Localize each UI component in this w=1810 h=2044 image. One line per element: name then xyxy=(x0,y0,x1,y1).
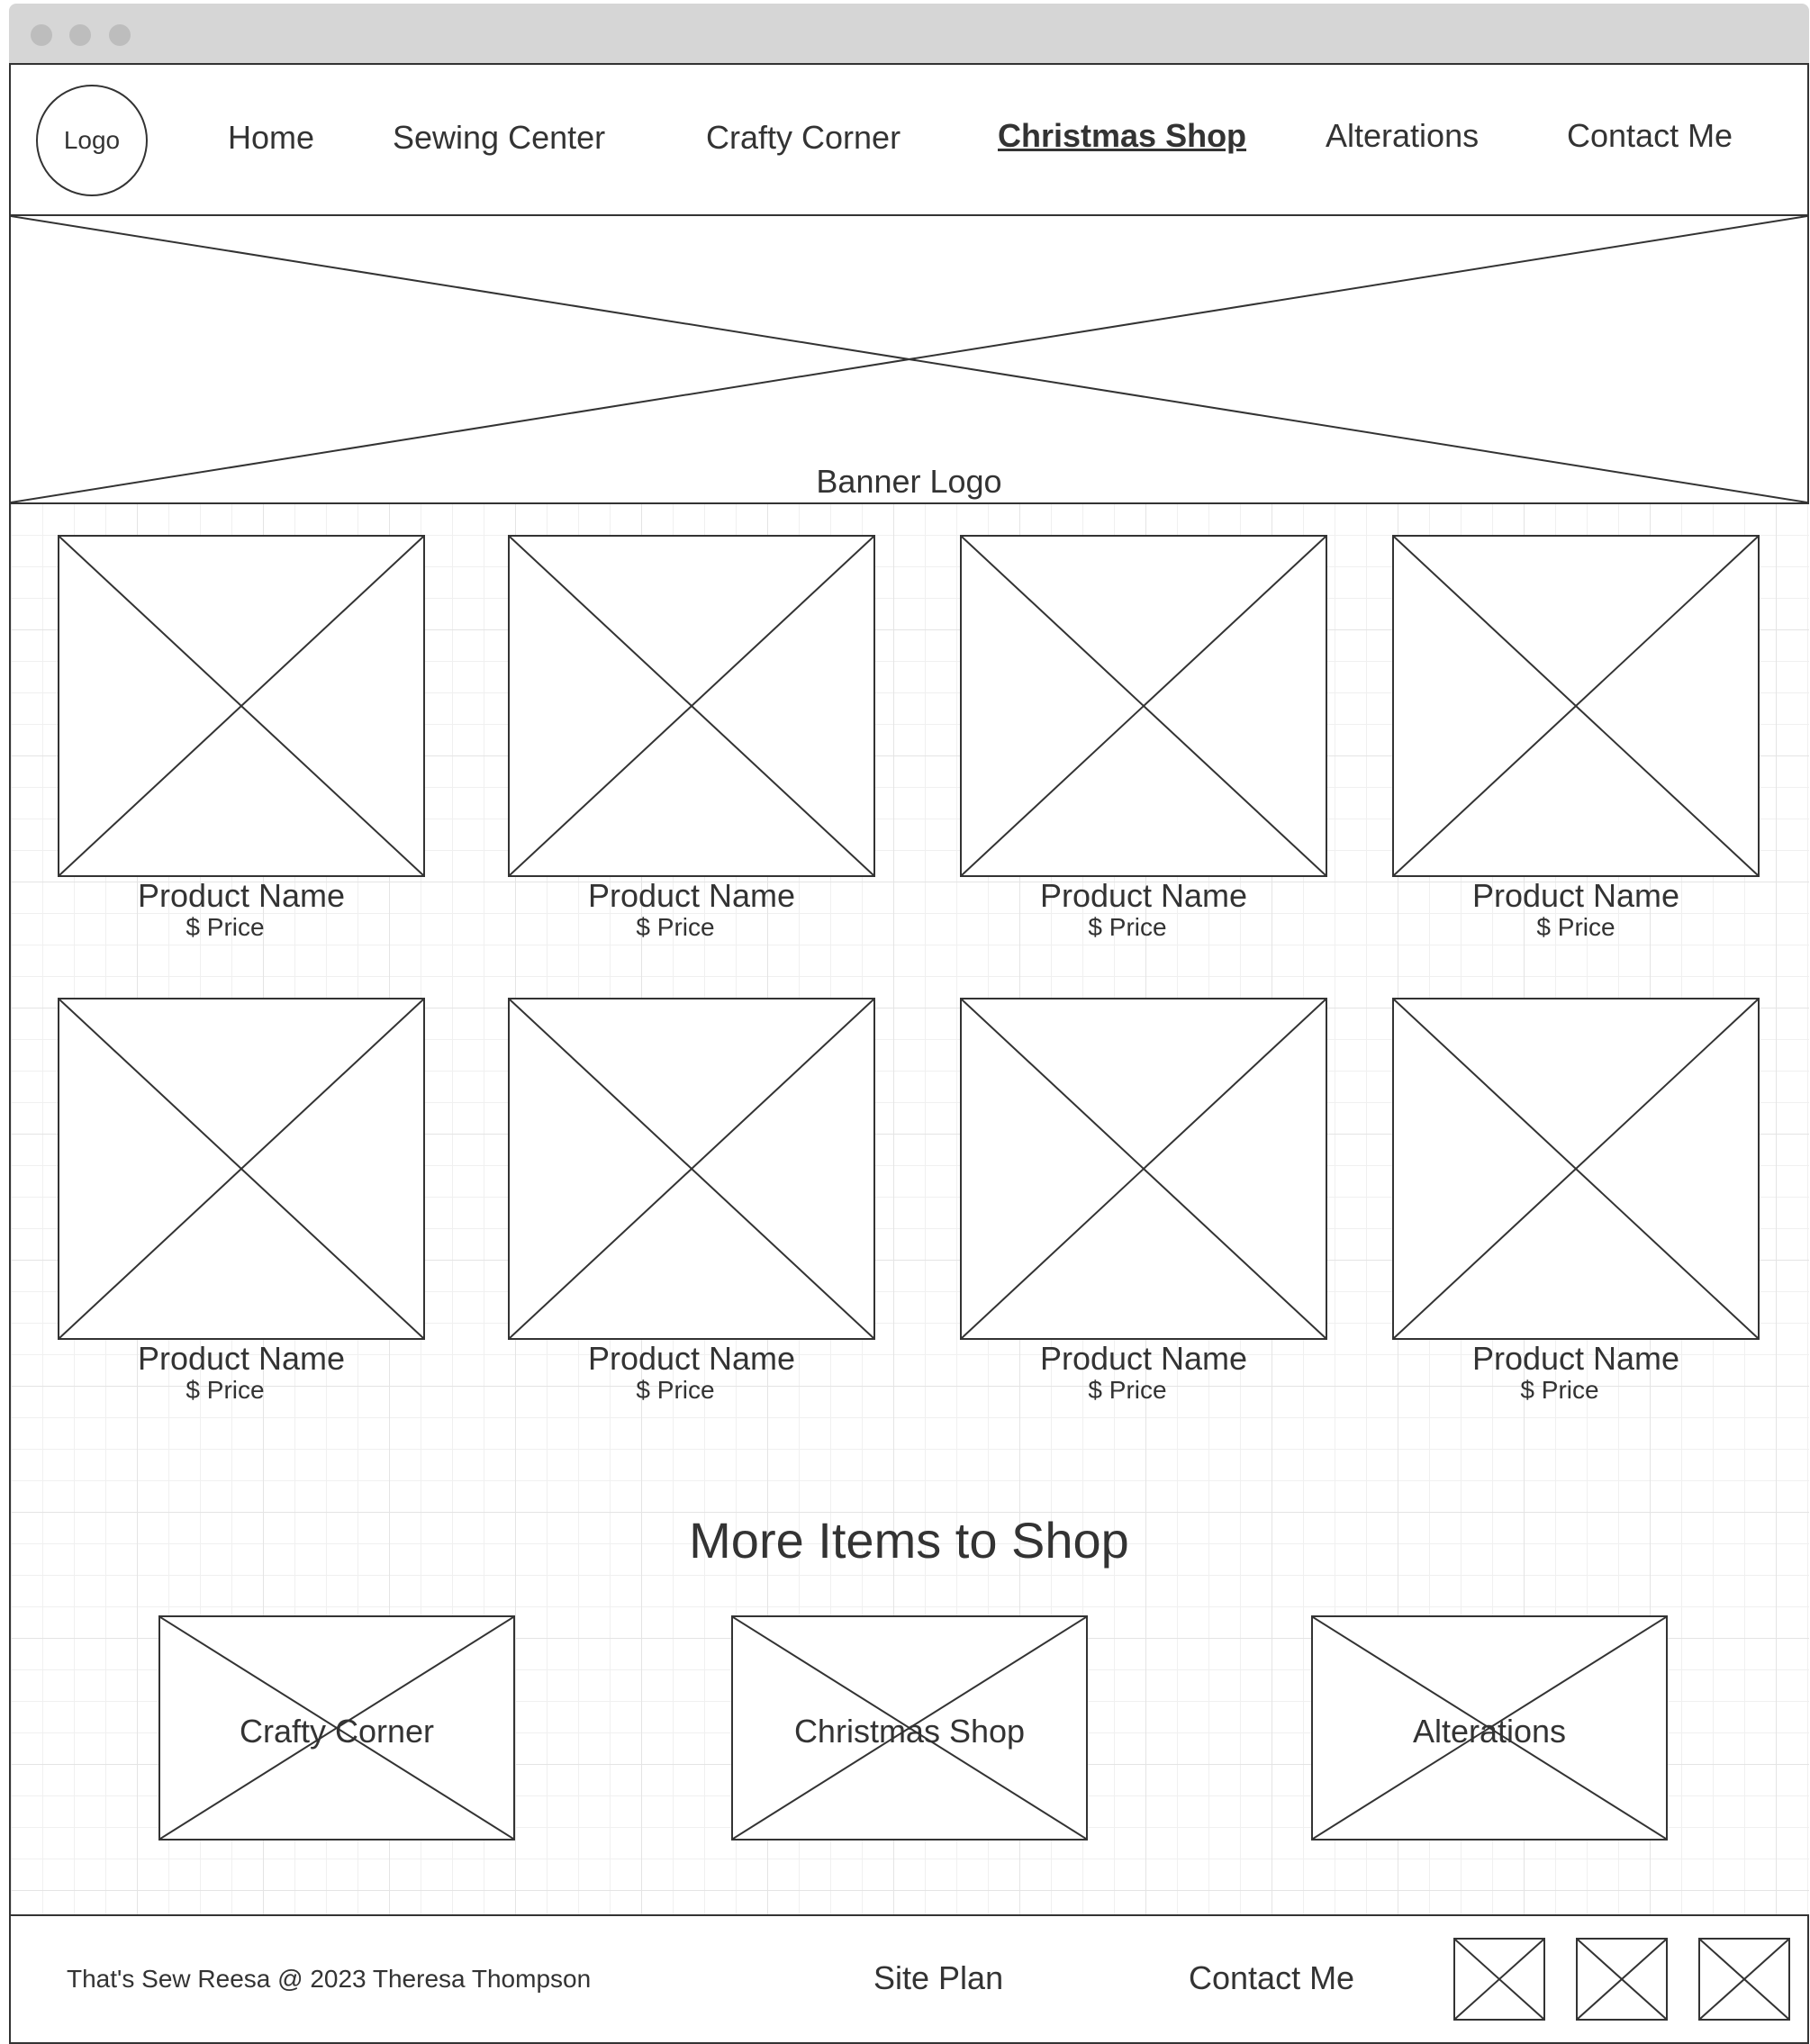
product-price: $ Price xyxy=(1088,1376,1167,1404)
category-label: Alterations xyxy=(1412,1713,1567,1750)
more-items-heading: More Items to Shop xyxy=(689,1512,1129,1569)
footer-copyright: That's Sew Reesa @ 2023 Theresa Thompson xyxy=(67,1965,592,1993)
product-price: $ Price xyxy=(186,913,265,941)
window-maximize-button[interactable] xyxy=(109,24,131,46)
product-name[interactable]: Product Name xyxy=(58,877,425,915)
category-card-christmas-shop[interactable]: Christmas Shop xyxy=(731,1615,1088,1841)
footer-contact-link[interactable]: Contact Me xyxy=(1189,1959,1354,1997)
social-icon[interactable] xyxy=(1576,1938,1668,2021)
product-image[interactable] xyxy=(960,535,1327,877)
product-price: $ Price xyxy=(636,913,715,941)
product-price: $ Price xyxy=(186,1376,265,1404)
category-card-crafty-corner[interactable]: Crafty Corner xyxy=(158,1615,515,1841)
product-name[interactable]: Product Name xyxy=(960,877,1327,915)
banner-label: Banner Logo xyxy=(816,463,1002,500)
product-name[interactable]: Product Name xyxy=(1392,877,1760,915)
footer-site-plan-link[interactable]: Site Plan xyxy=(873,1959,1003,1997)
nav-christmas-shop[interactable]: Christmas Shop xyxy=(998,117,1246,155)
nav-alterations[interactable]: Alterations xyxy=(1326,117,1479,155)
product-image[interactable] xyxy=(1392,535,1760,877)
nav-home[interactable]: Home xyxy=(228,119,314,157)
window-minimize-button[interactable] xyxy=(69,24,91,46)
nav-crafty-corner[interactable]: Crafty Corner xyxy=(706,119,900,157)
product-image[interactable] xyxy=(960,998,1327,1340)
product-price: $ Price xyxy=(1536,913,1615,941)
product-image[interactable] xyxy=(508,535,875,877)
banner-image-placeholder: Banner Logo xyxy=(9,214,1809,504)
product-price: $ Price xyxy=(1088,913,1167,941)
product-image[interactable] xyxy=(1392,998,1760,1340)
product-price: $ Price xyxy=(1520,1376,1599,1404)
product-name[interactable]: Product Name xyxy=(58,1340,425,1378)
category-card-alterations[interactable]: Alterations xyxy=(1311,1615,1668,1841)
social-icon[interactable] xyxy=(1698,1938,1790,2021)
product-price: $ Price xyxy=(636,1376,715,1404)
product-name[interactable]: Product Name xyxy=(960,1340,1327,1378)
product-name[interactable]: Product Name xyxy=(508,877,875,915)
nav-sewing-center[interactable]: Sewing Center xyxy=(393,119,605,157)
product-name[interactable]: Product Name xyxy=(508,1340,875,1378)
nav-contact-me[interactable]: Contact Me xyxy=(1567,117,1733,155)
product-image[interactable] xyxy=(508,998,875,1340)
site-logo[interactable]: Logo xyxy=(36,85,148,196)
window-titlebar xyxy=(9,4,1809,63)
window-close-button[interactable] xyxy=(31,24,52,46)
product-name[interactable]: Product Name xyxy=(1392,1340,1760,1378)
social-icon[interactable] xyxy=(1453,1938,1545,2021)
category-label: Crafty Corner xyxy=(239,1713,435,1750)
category-label: Christmas Shop xyxy=(793,1713,1026,1750)
logo-label: Logo xyxy=(63,126,121,154)
product-image[interactable] xyxy=(58,998,425,1340)
product-image[interactable] xyxy=(58,535,425,877)
